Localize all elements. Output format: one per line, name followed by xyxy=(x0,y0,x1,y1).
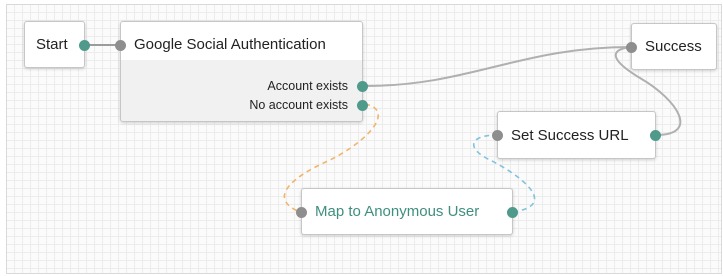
node-success[interactable]: Success xyxy=(626,23,717,70)
node-start-label: Start xyxy=(36,36,68,53)
node-google-social-authentication[interactable]: Google Social Authentication Account exi… xyxy=(115,21,368,122)
node-set-success-url[interactable]: Set Success URL xyxy=(492,111,661,159)
outcome-account-exists-label: Account exists xyxy=(267,79,348,93)
outcome-no-account-exists-port[interactable] xyxy=(357,100,368,111)
node-google-input-port[interactable] xyxy=(115,40,126,51)
node-success-input-port[interactable] xyxy=(626,42,637,53)
node-google-label: Google Social Authentication xyxy=(134,36,326,53)
node-success-label: Success xyxy=(645,38,702,55)
node-map-to-anonymous-user[interactable]: Map to Anonymous User xyxy=(296,188,518,235)
node-set-success-url-input-port[interactable] xyxy=(492,130,503,141)
outcome-no-account-exists-label: No account exists xyxy=(249,98,348,112)
outcome-account-exists-port[interactable] xyxy=(357,81,368,92)
node-set-success-url-output-port[interactable] xyxy=(650,130,661,141)
node-map-anonymous-label: Map to Anonymous User xyxy=(315,203,480,220)
node-set-success-url-label: Set Success URL xyxy=(511,127,629,144)
node-start[interactable]: Start xyxy=(24,21,90,68)
node-start-output-port[interactable] xyxy=(79,40,90,51)
node-map-anonymous-output-port[interactable] xyxy=(507,207,518,218)
node-map-anonymous-input-port[interactable] xyxy=(296,207,307,218)
